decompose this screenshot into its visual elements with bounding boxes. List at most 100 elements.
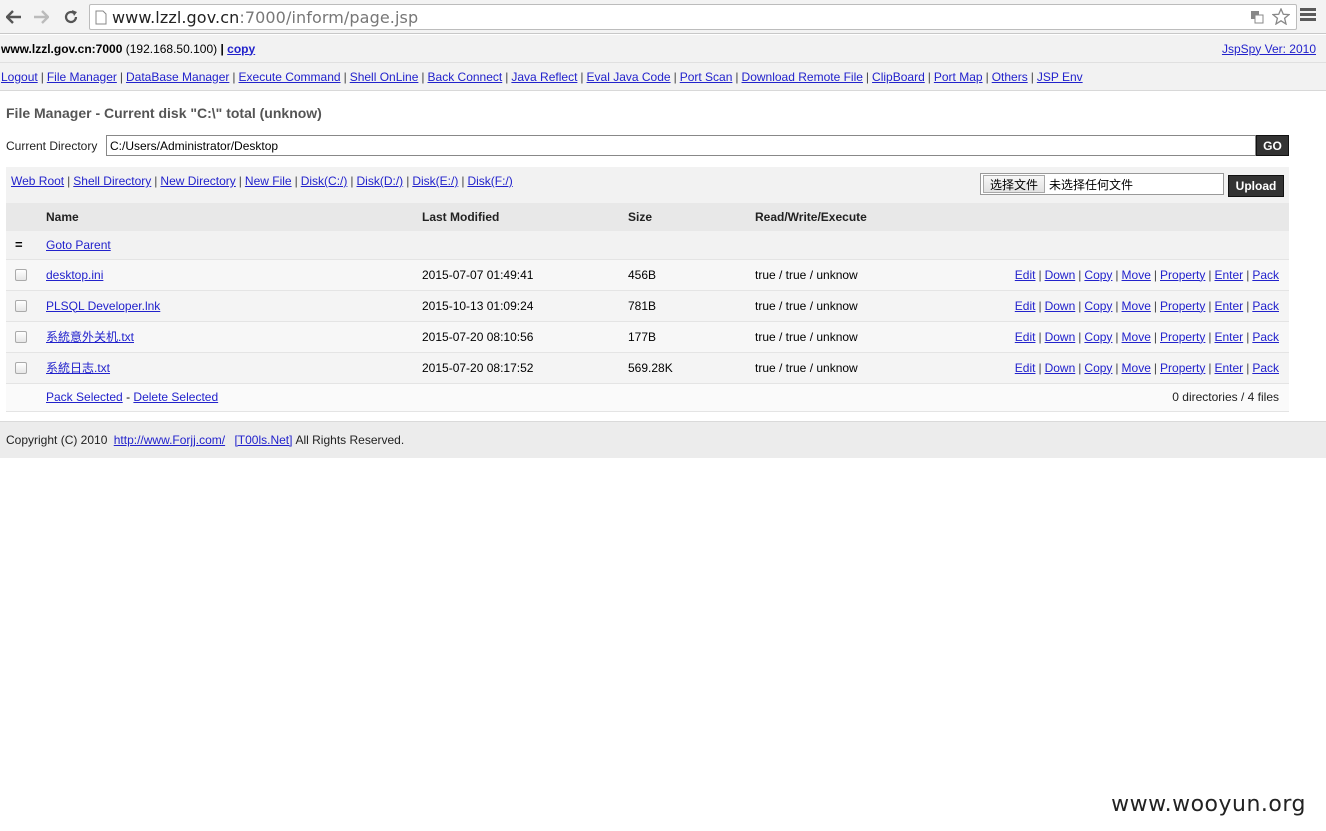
- file-name-link[interactable]: PLSQL Developer.lnk: [46, 299, 160, 313]
- action-move[interactable]: Move: [1122, 330, 1151, 344]
- action-copy[interactable]: Copy: [1084, 330, 1112, 344]
- action-edit[interactable]: Edit: [1015, 361, 1036, 375]
- action-down[interactable]: Down: [1045, 299, 1076, 313]
- nav-clipboard[interactable]: ClipBoard: [872, 70, 925, 84]
- rights-text: All Rights Reserved.: [295, 433, 405, 447]
- action-move[interactable]: Move: [1122, 299, 1151, 313]
- action-separator: |: [1153, 360, 1158, 375]
- action-property[interactable]: Property: [1160, 268, 1205, 282]
- action-copy[interactable]: Copy: [1084, 361, 1112, 375]
- tool-link-new-directory[interactable]: New Directory: [160, 174, 235, 188]
- action-property[interactable]: Property: [1160, 330, 1205, 344]
- file-name-link[interactable]: 系統意外关机.txt: [46, 330, 134, 344]
- action-pack[interactable]: Pack: [1252, 361, 1279, 375]
- tool-link-web-root[interactable]: Web Root: [11, 174, 64, 188]
- action-property[interactable]: Property: [1160, 299, 1205, 313]
- nav-port-scan[interactable]: Port Scan: [680, 70, 733, 84]
- file-name-link[interactable]: 系統日志.txt: [46, 361, 110, 375]
- row-actions: Edit | Down | Copy | Move | Property | Enter | Pack: [1005, 352, 1289, 384]
- action-move[interactable]: Move: [1122, 268, 1151, 282]
- browser-menu-icon[interactable]: [1300, 8, 1316, 23]
- pack-selected-link[interactable]: Pack Selected: [46, 390, 123, 404]
- row-checkbox[interactable]: [15, 362, 27, 375]
- action-separator: |: [1208, 360, 1212, 375]
- star-icon[interactable]: [1271, 7, 1291, 28]
- upload-button[interactable]: Upload: [1228, 175, 1284, 197]
- action-separator: |: [1246, 298, 1250, 313]
- nav-separator: |: [119, 69, 123, 84]
- nav-separator: |: [1030, 69, 1034, 84]
- file-modified: 2015-10-13 01:09:24: [422, 290, 628, 322]
- host-bar: www.lzzl.gov.cn:7000 (192.168.50.100) | …: [0, 35, 1326, 63]
- copy-link[interactable]: copy: [227, 42, 255, 56]
- go-button[interactable]: GO: [1256, 135, 1289, 156]
- action-enter[interactable]: Enter: [1215, 268, 1244, 282]
- action-pack[interactable]: Pack: [1252, 330, 1279, 344]
- tool-link-disk-f[interactable]: Disk(F:/): [467, 174, 512, 188]
- nav-database-manager[interactable]: DataBase Manager: [126, 70, 229, 84]
- action-down[interactable]: Down: [1045, 361, 1076, 375]
- action-move[interactable]: Move: [1122, 361, 1151, 375]
- nav-separator: |: [232, 69, 236, 84]
- nav-shell-online[interactable]: Shell OnLine: [350, 70, 419, 84]
- reload-icon[interactable]: [60, 6, 82, 28]
- nav-logout[interactable]: Logout: [1, 70, 38, 84]
- nav-others[interactable]: Others: [992, 70, 1028, 84]
- tool-separator: |: [238, 174, 242, 188]
- goto-parent-link[interactable]: Goto Parent: [46, 238, 111, 252]
- host-ip: (192.168.50.100): [125, 41, 218, 56]
- nav-java-reflect[interactable]: Java Reflect: [511, 70, 577, 84]
- nav-port-map[interactable]: Port Map: [934, 70, 983, 84]
- delete-selected-link[interactable]: Delete Selected: [133, 390, 218, 404]
- action-enter[interactable]: Enter: [1215, 361, 1244, 375]
- action-separator: |: [1153, 298, 1158, 313]
- nav-file-manager[interactable]: File Manager: [47, 70, 117, 84]
- row-checkbox[interactable]: [15, 331, 27, 344]
- tool-link-shell-directory[interactable]: Shell Directory: [73, 174, 151, 188]
- nav-jsp-env[interactable]: JSP Env: [1037, 70, 1083, 84]
- forjj-link[interactable]: http://www.Forjj.com/: [114, 433, 225, 447]
- header-name: Name: [46, 203, 422, 231]
- action-edit[interactable]: Edit: [1015, 330, 1036, 344]
- back-icon[interactable]: [3, 6, 25, 28]
- nav-download-remote-file[interactable]: Download Remote File: [742, 70, 863, 84]
- nav-separator: |: [505, 69, 509, 84]
- row-checkbox[interactable]: [15, 269, 27, 282]
- action-property[interactable]: Property: [1160, 361, 1205, 375]
- action-separator: |: [1038, 267, 1042, 282]
- file-table: Name Last Modified Size Read/Write/Execu…: [6, 203, 1289, 412]
- version-link[interactable]: JspSpy Ver: 2010: [1222, 42, 1316, 56]
- row-actions: Edit | Down | Copy | Move | Property | Enter | Pack: [1005, 290, 1289, 322]
- action-pack[interactable]: Pack: [1252, 299, 1279, 313]
- choose-file-button[interactable]: 选择文件: [983, 175, 1046, 193]
- action-down[interactable]: Down: [1045, 268, 1076, 282]
- file-picker[interactable]: 选择文件 未选择任何文件: [980, 173, 1224, 195]
- nav-eval-java-code[interactable]: Eval Java Code: [587, 70, 671, 84]
- action-edit[interactable]: Edit: [1015, 299, 1036, 313]
- file-size: 456B: [628, 259, 755, 291]
- copyright-text: Copyright (C) 2010: [6, 433, 108, 447]
- tool-link-disk-d[interactable]: Disk(D:/): [357, 174, 404, 188]
- row-checkbox[interactable]: [15, 300, 27, 313]
- action-enter[interactable]: Enter: [1215, 299, 1244, 313]
- tool-link-disk-c[interactable]: Disk(C:/): [301, 174, 348, 188]
- file-rwx: true / true / unknow: [755, 352, 1005, 384]
- t00ls-link[interactable]: [T00ls.Net]: [234, 433, 292, 447]
- address-bar[interactable]: www.lzzl.gov.cn:7000/inform/page.jsp: [89, 4, 1297, 30]
- current-directory-input[interactable]: [106, 135, 1256, 156]
- action-down[interactable]: Down: [1045, 330, 1076, 344]
- action-copy[interactable]: Copy: [1084, 299, 1112, 313]
- action-pack[interactable]: Pack: [1252, 268, 1279, 282]
- action-edit[interactable]: Edit: [1015, 268, 1036, 282]
- translate-icon[interactable]: [1250, 10, 1264, 27]
- action-copy[interactable]: Copy: [1084, 268, 1112, 282]
- forward-icon[interactable]: [30, 6, 52, 28]
- action-enter[interactable]: Enter: [1215, 330, 1244, 344]
- tool-link-new-file[interactable]: New File: [245, 174, 292, 188]
- nav-separator: |: [927, 69, 931, 84]
- nav-execute-command[interactable]: Execute Command: [239, 70, 341, 84]
- file-name-link[interactable]: desktop.ini: [46, 268, 103, 282]
- nav-back-connect[interactable]: Back Connect: [428, 70, 503, 84]
- file-summary: 0 directories / 4 files: [1005, 383, 1289, 412]
- tool-link-disk-e[interactable]: Disk(E:/): [412, 174, 458, 188]
